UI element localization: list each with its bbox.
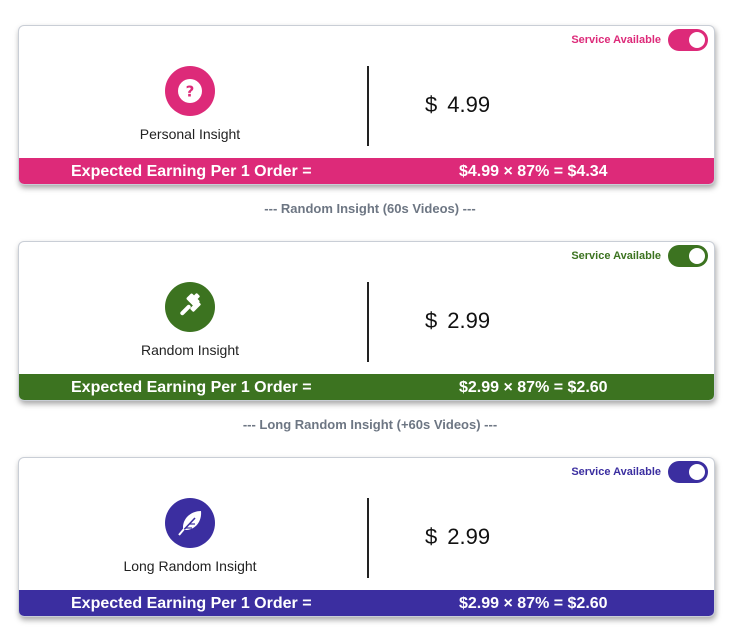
toggle-knob	[689, 248, 705, 264]
earning-bar: Expected Earning Per 1 Order = $4.99 × 8…	[19, 158, 714, 184]
price-value: 2.99	[447, 524, 491, 549]
divider	[367, 498, 369, 578]
earning-formula: $4.99 × 87% = $4.34	[459, 163, 608, 180]
service-available-label: Service Available	[571, 250, 661, 262]
earning-bar: Expected Earning Per 1 Order = $2.99 × 8…	[19, 590, 714, 616]
service-toggle[interactable]	[668, 245, 708, 267]
earning-label: Expected Earning Per 1 Order =	[71, 379, 312, 396]
feather-icon	[165, 498, 215, 548]
service-available-label: Service Available	[571, 34, 661, 46]
price-value: 4.99	[447, 92, 491, 117]
section-separator: --- Random Insight (60s Videos) ---	[264, 201, 476, 216]
service-name: Personal Insight	[139, 126, 241, 142]
currency-symbol: $	[425, 524, 438, 549]
price: $4.99	[425, 92, 490, 118]
service-toggle[interactable]	[668, 29, 708, 51]
price: $2.99	[425, 524, 490, 550]
long-random-insight-card: Service Available Long Random Insight $2…	[18, 457, 715, 617]
gavel-icon	[165, 282, 215, 332]
service-availability: Service Available	[571, 461, 708, 483]
question-mark-icon: ?	[165, 66, 215, 116]
earning-formula: $2.99 × 87% = $2.60	[459, 379, 608, 396]
random-insight-card: Service Available Random Insight $2.99 E…	[18, 241, 715, 401]
divider	[367, 66, 369, 146]
service-availability: Service Available	[571, 245, 708, 267]
toggle-knob	[689, 32, 705, 48]
divider	[367, 282, 369, 362]
personal-insight-card: Service Available ? Personal Insight $4.…	[18, 25, 715, 185]
section-separator: --- Long Random Insight (+60s Videos) --…	[242, 417, 498, 432]
toggle-knob	[689, 464, 705, 480]
service-available-label: Service Available	[571, 466, 661, 478]
earning-label: Expected Earning Per 1 Order =	[71, 163, 312, 180]
price-value: 2.99	[447, 308, 491, 333]
price: $2.99	[425, 308, 490, 334]
service-name: Random Insight	[140, 342, 240, 358]
currency-symbol: $	[425, 92, 438, 117]
currency-symbol: $	[425, 308, 438, 333]
svg-text:?: ?	[186, 83, 195, 101]
service-name: Long Random Insight	[123, 558, 257, 574]
earning-formula: $2.99 × 87% = $2.60	[459, 595, 608, 612]
service-availability: Service Available	[571, 29, 708, 51]
service-toggle[interactable]	[668, 461, 708, 483]
earning-bar: Expected Earning Per 1 Order = $2.99 × 8…	[19, 374, 714, 400]
earning-label: Expected Earning Per 1 Order =	[71, 595, 312, 612]
